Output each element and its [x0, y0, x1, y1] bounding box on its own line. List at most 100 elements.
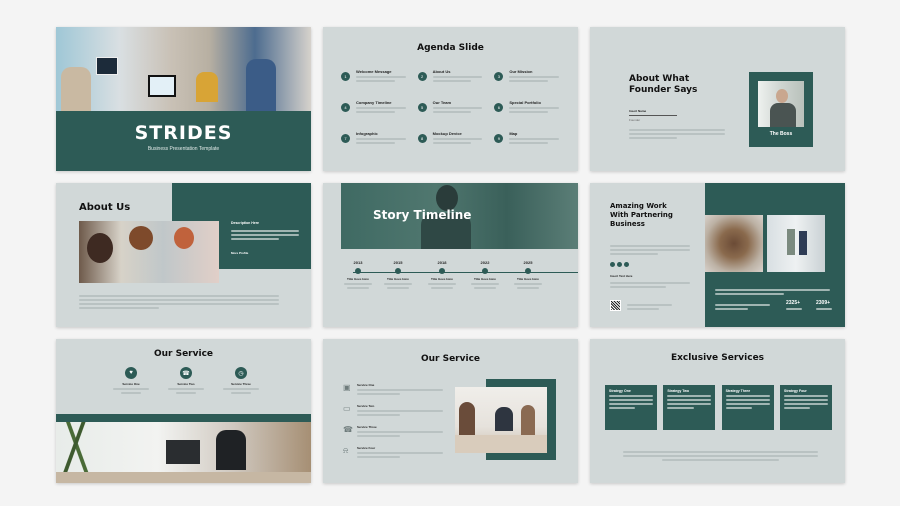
service-item: ☎ Service Three — [343, 425, 443, 439]
agenda-item[interactable]: 2 About Us — [417, 69, 495, 84]
twitter-icon[interactable] — [617, 262, 622, 267]
about-paragraph — [79, 293, 279, 311]
service2-title: Our Service — [420, 354, 481, 364]
service-item-label: Service One — [357, 383, 375, 387]
slide-partner[interactable]: Amazing Work With Partnering Business In… — [590, 183, 845, 327]
agenda-item[interactable]: 1 Welcome Message — [341, 69, 418, 84]
social-icons — [610, 262, 629, 267]
agenda-item[interactable]: 7 Infographic — [341, 131, 418, 146]
slide-founder[interactable]: About What Founder Says Insert Name Foun… — [590, 27, 845, 171]
agenda-item-label: Mockup Device — [432, 131, 462, 136]
agenda-item-label: Our Team — [432, 100, 452, 105]
service-item: ♥ Service One — [111, 367, 151, 396]
workspace-photo — [56, 422, 311, 483]
slide-exclusive[interactable]: Exclusive Services Strategy One Strategy… — [590, 339, 845, 483]
timeline-event: 2022 Title Goes Here — [467, 260, 503, 291]
partner-paragraph — [610, 243, 690, 257]
agenda-number-badge: 6 — [494, 103, 504, 112]
service-item-label: Service Two — [177, 382, 195, 386]
office-team-photo — [56, 27, 311, 111]
timeline-year: 2015 — [393, 260, 403, 265]
timeline-event-title: Title Goes Here — [517, 277, 539, 281]
contact-text — [627, 302, 672, 312]
description-text — [231, 228, 299, 242]
timeline-title: Story Timeline — [373, 208, 472, 222]
agenda-item[interactable]: 5 Our Team — [417, 100, 495, 115]
slide-service-1[interactable]: Our Service ♥ Service One ☎ Service Two … — [56, 339, 311, 483]
slide-cover[interactable]: STRIDES Business Presentation Template — [56, 27, 311, 171]
business-meeting-photo — [455, 387, 547, 453]
strategy-card: Strategy Three — [721, 385, 774, 430]
slide-about[interactable]: About Us Description Here More Profile — [56, 183, 311, 327]
partner-meeting-photo-2 — [767, 215, 825, 272]
facebook-icon[interactable] — [610, 262, 615, 267]
strategy-card: Strategy Four — [779, 385, 832, 430]
agenda-item[interactable]: 9 Map — [494, 131, 571, 146]
agenda-item-label: Our Mission — [509, 69, 533, 74]
agenda-title: Agenda Slide — [417, 43, 484, 53]
founder-role: Founder — [629, 118, 641, 122]
heart-icon: ♥ — [125, 367, 137, 379]
timeline-event: 2015 Title Goes Here — [380, 260, 416, 291]
agenda-number-badge: 8 — [417, 134, 427, 143]
slide-service-2[interactable]: Our Service ▣ Service One ▭ Service Two ☎ … — [323, 339, 578, 483]
timeline-dot — [525, 268, 531, 274]
founder-name: Insert Name — [629, 109, 647, 113]
service-item-label: Service Three — [231, 382, 251, 386]
partner-subhead: Insert Text Here — [610, 274, 633, 278]
exclusive-cards: Strategy One Strategy Two Strategy Three… — [605, 385, 832, 430]
service-item-label: Service Four — [357, 446, 376, 450]
agenda-item-label: Company Timeline — [356, 100, 392, 105]
about-team-photo — [79, 221, 219, 283]
service2-items: ▣ Service One ▭ Service Two ☎ Service Thre… — [343, 383, 443, 467]
service1-title: Our Service — [153, 349, 214, 359]
description-title: Description Here — [231, 221, 260, 225]
agenda-item[interactable]: 3 Our Mission — [494, 69, 571, 84]
about-title: About Us — [79, 202, 131, 213]
agenda-item[interactable]: 8 Mockup Device — [417, 131, 495, 146]
instagram-icon[interactable] — [624, 262, 629, 267]
agenda-item-label: Map — [509, 131, 518, 136]
timeline-year: 2022 — [480, 260, 490, 265]
service-item-label: Service One — [122, 382, 140, 386]
slide-agenda[interactable]: Agenda Slide 1 Welcome Message 2 About Us… — [323, 27, 578, 171]
timeline-event: 2025 Title Goes Here — [510, 260, 546, 291]
bell-icon: ⍾ — [343, 446, 349, 455]
service-item: ⍾ Service Four — [343, 446, 443, 460]
agenda-number-badge: 3 — [494, 72, 504, 81]
agenda-number-badge: 2 — [417, 72, 427, 81]
timeline-event-title: Title Goes Here — [431, 277, 453, 281]
timeline-event: 2018 Title Goes Here — [424, 260, 460, 291]
agenda-item-label: Special Portfolio — [509, 100, 541, 105]
slide-timeline[interactable]: Story Timeline 2013 Title Goes Here 2015… — [323, 183, 578, 327]
strategy-card-label: Strategy Two — [667, 389, 690, 393]
founder-card: The Boss — [749, 72, 813, 147]
agenda-number-badge: 7 — [341, 134, 350, 143]
strategy-card: Strategy Two — [663, 385, 716, 430]
service-item: ▣ Service One — [343, 383, 443, 397]
founder-card-label: The Boss — [769, 131, 793, 137]
partner-title: Amazing Work With Partnering Business — [610, 202, 673, 228]
timeline-dot — [395, 268, 401, 274]
clock-icon: ◷ — [235, 367, 247, 379]
service-item: ◷ Service Three — [221, 367, 261, 396]
partner-subtext — [610, 280, 690, 290]
partner-panel-text-2 — [715, 302, 770, 312]
agenda-item-label: Infographic — [356, 131, 378, 136]
qr-code-icon — [610, 300, 621, 311]
service-item-label: Service Two — [357, 404, 375, 408]
agenda-item-label: About Us — [432, 69, 451, 74]
timeline-event-title: Title Goes Here — [474, 277, 496, 281]
timeline-year: 2018 — [437, 260, 447, 265]
strategy-card-label: Strategy Four — [783, 389, 807, 393]
cover-title: STRIDES — [134, 122, 233, 144]
agenda-item[interactable]: 6 Special Portfolio — [494, 100, 571, 115]
service-item: ▭ Service Two — [343, 404, 443, 418]
timeline-event: 2013 Title Goes Here — [340, 260, 376, 291]
agenda-item-label: Welcome Message — [356, 69, 392, 74]
agenda-number-badge: 1 — [341, 72, 350, 81]
exclusive-title: Exclusive Services — [670, 353, 765, 363]
card-icon: ▭ — [343, 404, 351, 413]
agenda-item[interactable]: 4 Company Timeline — [341, 100, 418, 115]
agenda-number-badge: 5 — [417, 103, 427, 112]
